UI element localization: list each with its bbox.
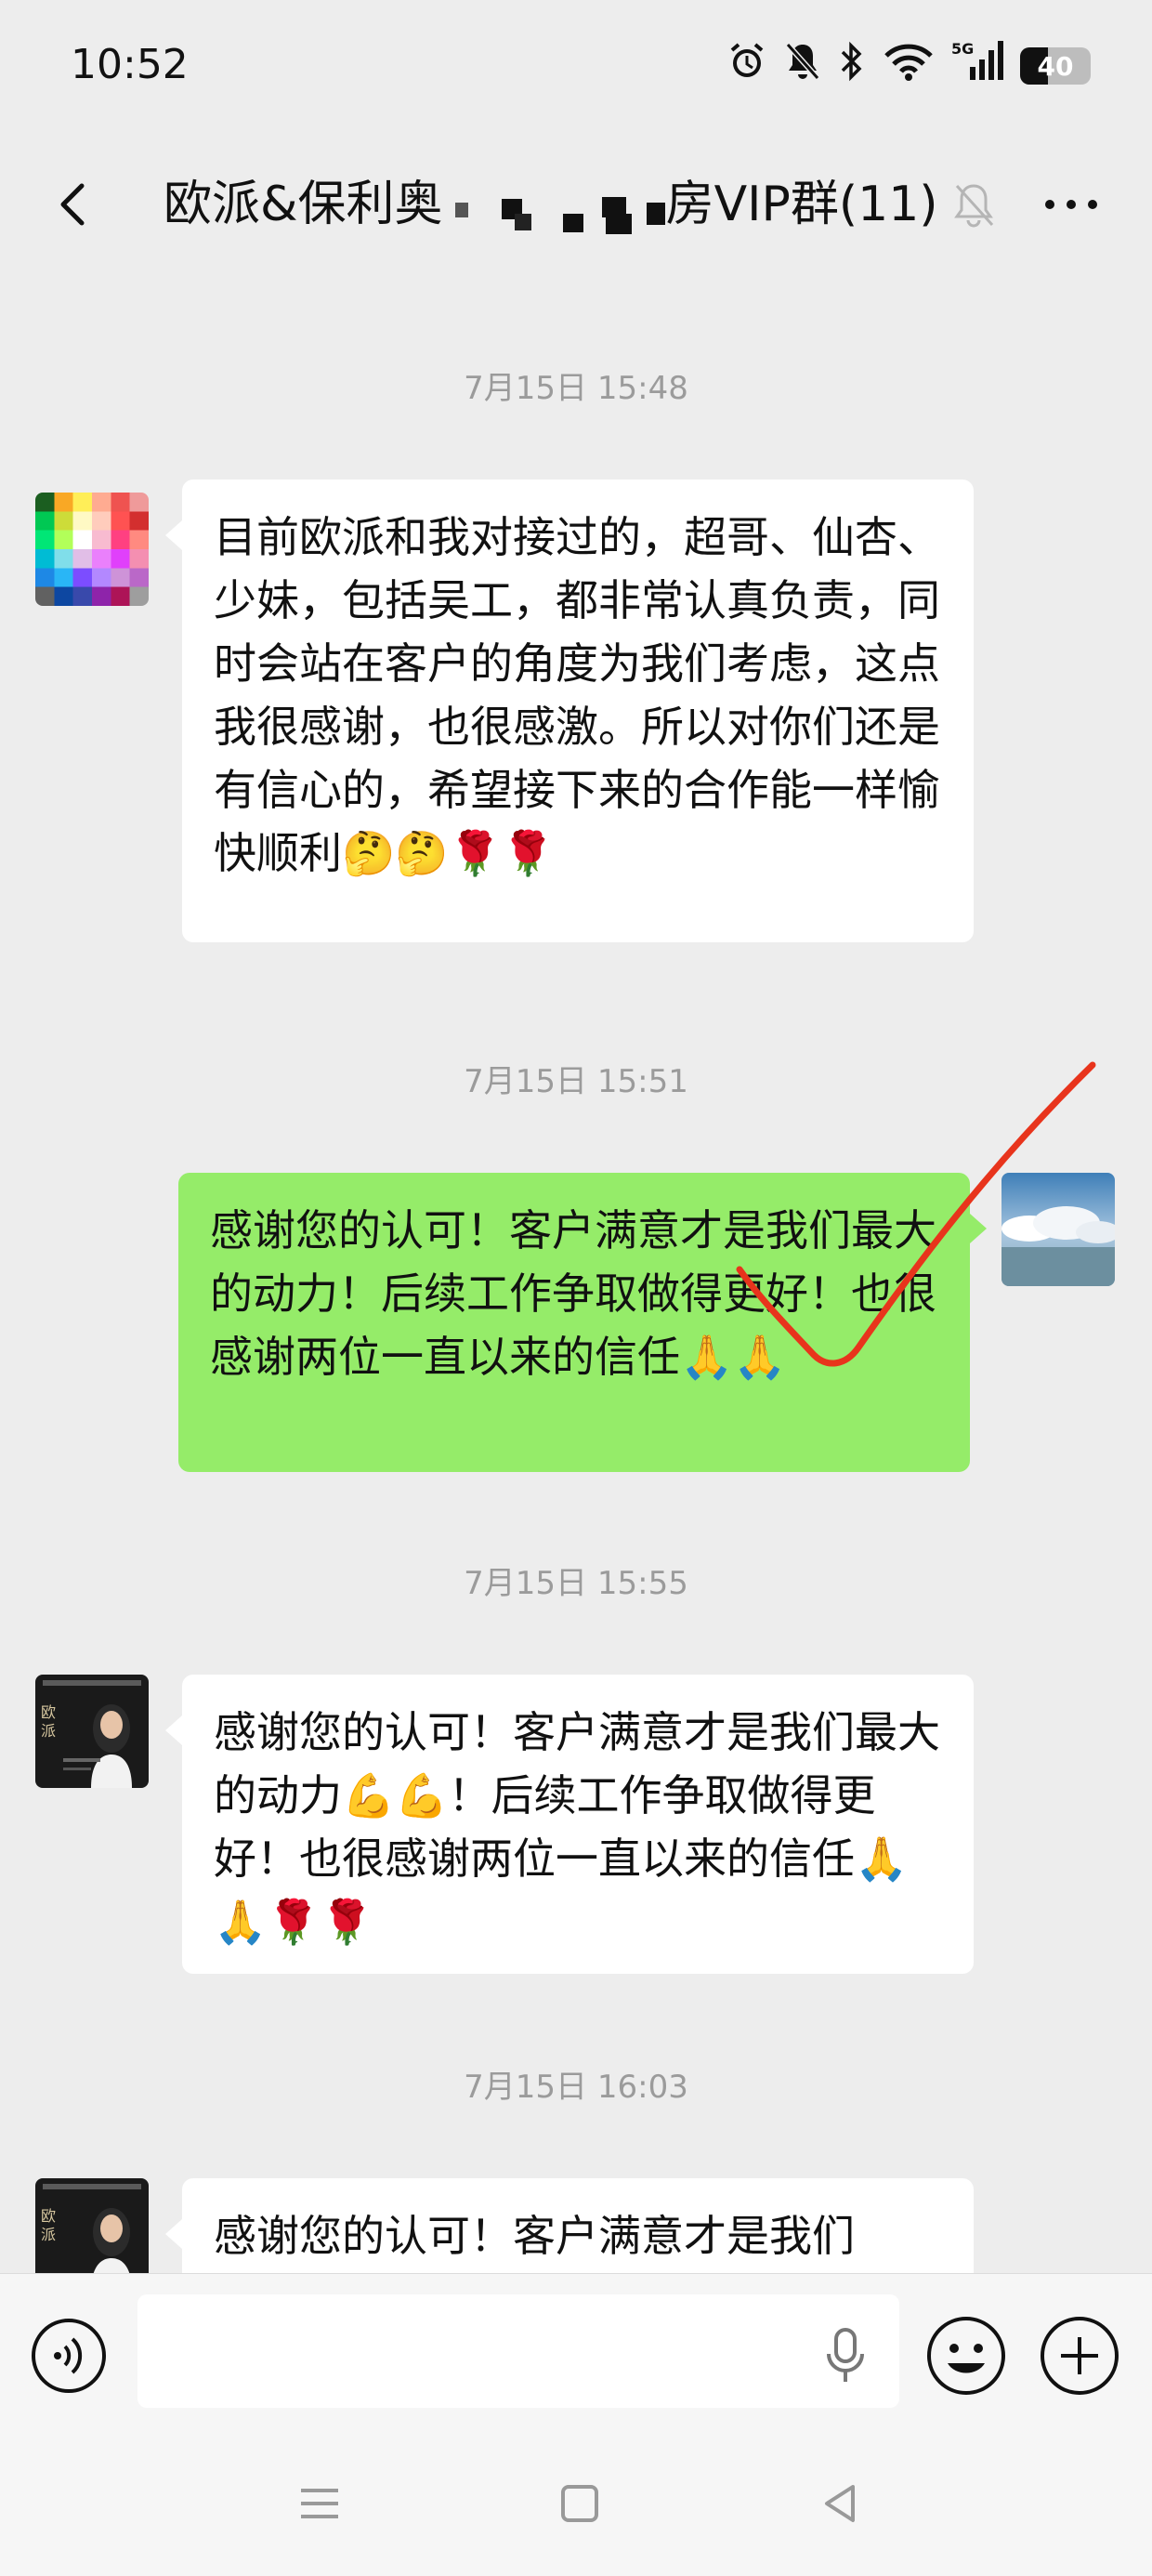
plus-icon	[1041, 2317, 1119, 2395]
message-input-bar	[0, 2273, 1152, 2432]
message-text: 目前欧派和我对接过的，超哥、仙杏、少妹，包括吴工，都非常认真负责，同时会站在客户…	[214, 512, 940, 878]
outgoing-message-bubble[interactable]: 感谢您的认可！客户满意才是我们最大的动力！后续工作争取做得更好！也很感谢两位一直…	[178, 1173, 987, 1472]
network-type: 5G	[951, 40, 974, 58]
voice-icon	[32, 2319, 106, 2393]
more-icon	[1045, 200, 1097, 209]
back-button[interactable]	[41, 167, 115, 242]
message-text: 感谢您的认可！客户满意才是我们	[214, 2211, 855, 2261]
recent-apps-button[interactable]	[292, 2476, 347, 2531]
chat-title-prefix: 欧派&保利奥	[164, 177, 443, 232]
battery-level: 40	[1037, 50, 1074, 82]
muted-bell-icon	[946, 177, 1001, 232]
status-bar: 10:52 5G 40	[0, 0, 1152, 139]
incoming-message-bubble[interactable]: 目前欧派和我对接过的，超哥、仙杏、少妹，包括吴工，都非常认真负责，同时会站在客户…	[165, 480, 974, 942]
redaction-mosaic	[455, 197, 665, 234]
message-input[interactable]	[137, 2294, 899, 2408]
message-timestamp: 7月15日 15:48	[464, 370, 688, 407]
svg-text:派: 派	[41, 1722, 56, 1740]
message-timestamp: 7月15日 16:03	[464, 2069, 688, 2106]
incoming-message-bubble[interactable]: 感谢您的认可！客户满意才是我们	[165, 2178, 974, 2273]
pixelated-avatar-icon	[35, 493, 149, 606]
self-avatar[interactable]	[1001, 1173, 1115, 1286]
menu-icon	[301, 2489, 338, 2518]
wifi-icon	[883, 41, 935, 91]
svg-text:派: 派	[41, 2226, 56, 2243]
signal-icon: 5G	[951, 39, 1003, 93]
home-button[interactable]	[552, 2476, 608, 2531]
incoming-message-bubble[interactable]: 感谢您的认可！客户满意才是我们最大的动力💪💪！后续工作争取做得更好！也很感谢两位…	[165, 1675, 974, 1974]
message-text: 感谢您的认可！客户满意才是我们最大的动力💪💪！后续工作争取做得更好！也很感谢两位…	[214, 1707, 940, 1947]
mic-button[interactable]	[818, 2326, 873, 2385]
battery-icon: 40	[1020, 47, 1091, 85]
svg-text:欧: 欧	[41, 1703, 56, 1721]
oppein-poster-icon: 欧 派	[35, 2178, 149, 2273]
chat-title-suffix: 房VIP群(11)	[665, 177, 938, 232]
chat-header: 欧派&保利奥 房VIP群(11)	[0, 139, 1152, 270]
system-back-button[interactable]	[812, 2476, 868, 2531]
status-icons: 5G 40	[727, 39, 1091, 93]
message-timestamp: 7月15日 15:51	[464, 1063, 688, 1100]
bluetooth-icon	[838, 41, 866, 91]
message-text: 感谢您的认可！客户满意才是我们最大的动力！后续工作争取做得更好！也很感谢两位一直…	[210, 1205, 936, 1382]
sender-avatar[interactable]: 欧 派	[35, 1675, 149, 1788]
more-functions-button[interactable]	[1039, 2315, 1120, 2397]
more-options-button[interactable]	[1039, 177, 1104, 232]
chat-message-list[interactable]: 7月15日 15:48 目前欧派和我对接过的，超哥、仙杏、少妹，包括吴工，都非常…	[0, 269, 1152, 2273]
back-icon	[825, 2485, 855, 2522]
system-navigation-bar	[0, 2431, 1152, 2576]
emoji-icon	[927, 2317, 1005, 2395]
status-time: 10:52	[71, 41, 189, 88]
message-timestamp: 7月15日 15:55	[464, 1565, 688, 1602]
oppein-poster-icon: 欧 派	[35, 1675, 149, 1788]
sender-avatar[interactable]: 欧 派	[35, 2178, 149, 2273]
chevron-left-icon	[60, 183, 85, 226]
alarm-icon	[727, 41, 767, 91]
voice-mode-button[interactable]	[30, 2317, 108, 2395]
svg-text:欧: 欧	[41, 2207, 56, 2225]
mic-icon	[827, 2328, 864, 2382]
home-icon	[561, 2485, 598, 2522]
sender-avatar[interactable]	[35, 493, 149, 606]
mute-bell-icon	[784, 41, 821, 91]
sky-photo-icon	[1001, 1173, 1115, 1286]
emoji-button[interactable]	[925, 2315, 1007, 2397]
